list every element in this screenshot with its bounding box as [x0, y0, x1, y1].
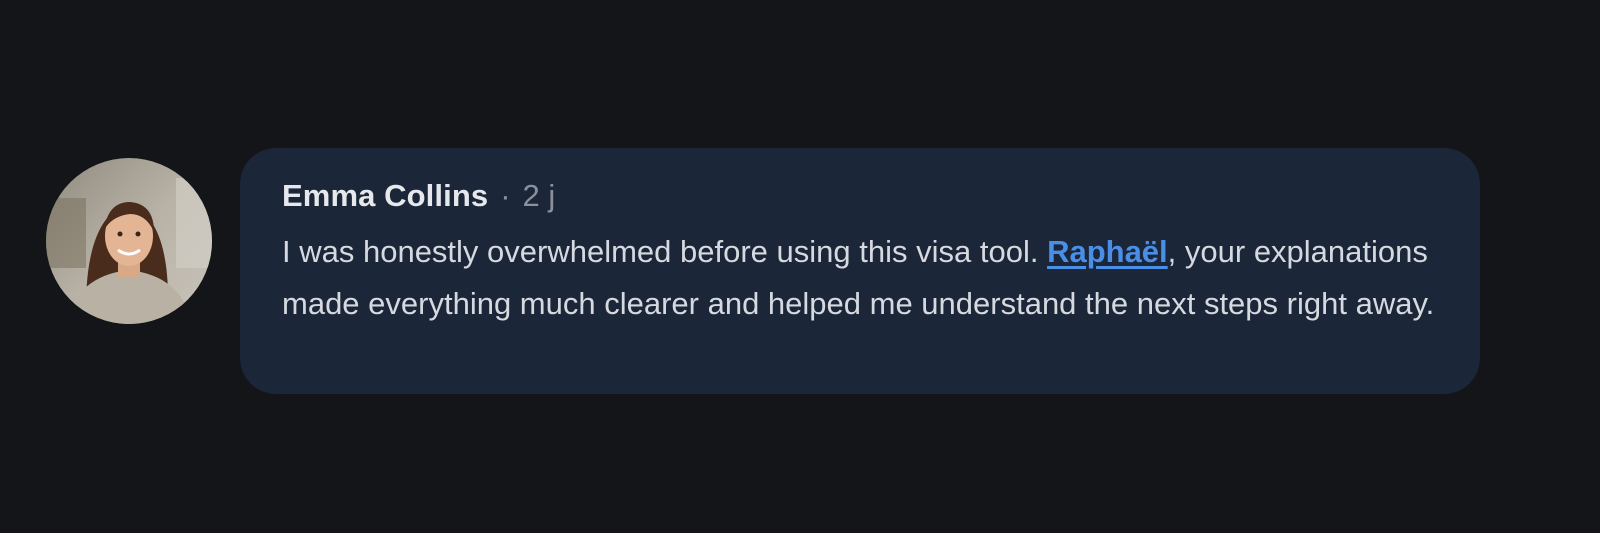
comment-text-before: I was honestly overwhelmed before using … [282, 234, 1048, 269]
mention-link[interactable]: Raphaël [1047, 234, 1168, 269]
comment-bubble: Emma Collins · 2 j I was honestly overwh… [240, 148, 1480, 394]
comment-header: Emma Collins · 2 j [282, 174, 1440, 218]
avatar-photo [46, 158, 212, 324]
meta-separator: · [500, 178, 511, 213]
comment: Emma Collins · 2 j I was honestly overwh… [46, 148, 1480, 394]
author-name[interactable]: Emma Collins [282, 174, 488, 218]
timestamp[interactable]: 2 j [523, 174, 556, 218]
comment-text: I was honestly overwhelmed before using … [282, 226, 1452, 330]
avatar[interactable] [46, 158, 212, 324]
